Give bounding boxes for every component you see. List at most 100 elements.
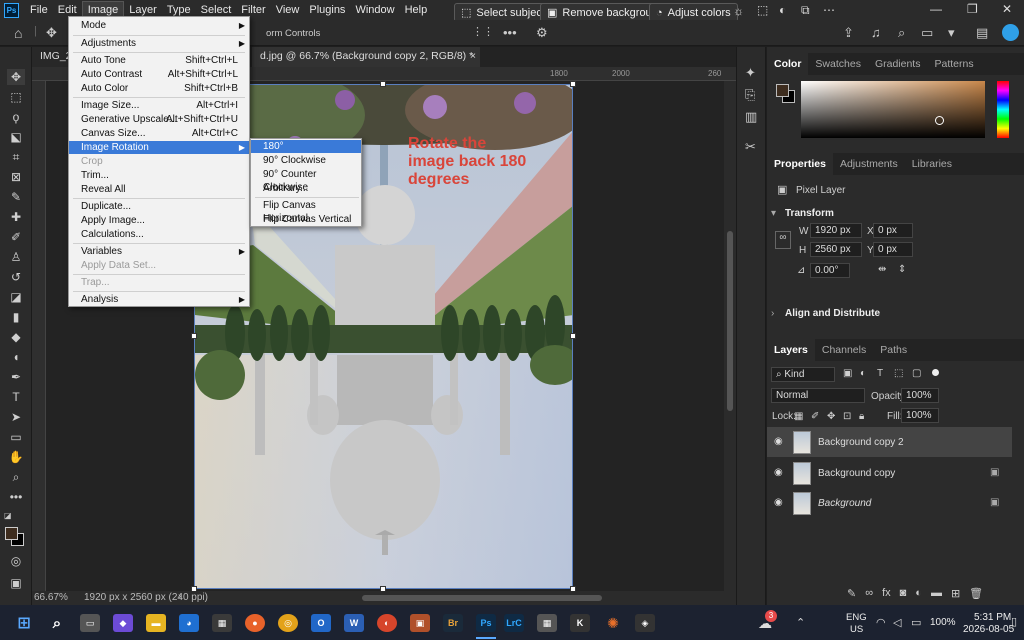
screen-mode-icon[interactable]: ▣	[7, 575, 25, 591]
brush-tool-icon[interactable]: ✐	[7, 229, 25, 245]
adjustment-layer-icon[interactable]: ◐	[915, 587, 922, 603]
align-icons[interactable]: ⋮⋮	[472, 25, 494, 38]
new-group-icon[interactable]: ▬	[931, 587, 942, 603]
tab-active-document[interactable]: d.jpg @ 66.7% (Background copy 2, RGB/8)…	[252, 47, 480, 67]
lock-pixels-icon[interactable]: ✐	[811, 411, 819, 422]
app-icon[interactable]: ✺	[603, 614, 623, 632]
y-field[interactable]: 0 px	[873, 242, 913, 257]
volume-icon[interactable]: ◁	[893, 616, 901, 629]
scrollbar-thumb[interactable]	[727, 231, 733, 411]
layer-row[interactable]: ◉ Background copy ▣	[767, 458, 1012, 488]
layer-filter-kind[interactable]: ⌕ Kind	[771, 367, 835, 382]
clock-date[interactable]: 2026-08-05	[963, 624, 1014, 635]
tab-properties[interactable]: Properties	[767, 153, 833, 175]
copilot-icon[interactable]: ◆	[113, 614, 133, 632]
menu-item-duplicate[interactable]: Duplicate...	[69, 200, 249, 213]
menu-plugins[interactable]: Plugins	[304, 2, 350, 18]
menu-item-variables[interactable]: Variables ▶	[69, 245, 249, 258]
frame-tool-icon[interactable]: ⊠	[7, 169, 25, 185]
delete-layer-icon[interactable]: 🗑︎	[969, 587, 983, 603]
layer-row[interactable]: ◉ Background copy 2	[767, 427, 1012, 457]
tab-patterns[interactable]: Patterns	[927, 53, 980, 75]
chrome-icon[interactable]: ◎	[278, 614, 298, 632]
document-info[interactable]: 1920 px x 2560 px (240 ppi)	[84, 592, 208, 603]
align-expand-icon[interactable]: ›	[771, 308, 774, 319]
settings-gear-icon[interactable]: ⚙	[536, 25, 548, 41]
hand-tool-icon[interactable]: ✋	[7, 449, 25, 465]
adjustments-icon[interactable]: ▥	[745, 109, 757, 125]
more-align-icon[interactable]: •••	[503, 25, 517, 40]
transform-handle[interactable]	[380, 81, 386, 87]
word-icon[interactable]: W	[344, 614, 364, 632]
menu-item-mode[interactable]: Mode ▶	[69, 19, 249, 32]
menu-item-image-rotation[interactable]: Image Rotation ▶	[69, 141, 249, 154]
path-select-icon[interactable]: ➤	[7, 409, 25, 425]
width-field[interactable]: 1920 px	[810, 223, 862, 238]
lock-all-icon[interactable]: 🔒︎	[859, 411, 864, 422]
bridge-icon[interactable]: Br	[443, 614, 463, 632]
menu-item-image-size[interactable]: Image Size... Alt+Ctrl+I	[69, 99, 249, 112]
wifi-icon[interactable]: ◠	[876, 616, 886, 629]
fill-field[interactable]: 100%	[901, 408, 939, 423]
rectangle-tool-icon[interactable]: ▭	[7, 429, 25, 445]
color-picker-cursor[interactable]	[935, 116, 944, 125]
workspace-icon[interactable]: ▭	[921, 25, 933, 41]
windows-start-icon[interactable]: ⊞	[14, 614, 34, 632]
zoom-level[interactable]: 66.67%	[34, 592, 68, 603]
restore-icon[interactable]: ❐	[967, 2, 978, 16]
lock-artboard-icon[interactable]: ⊡	[843, 411, 851, 422]
lock-position-icon[interactable]: ✥	[827, 411, 835, 422]
menu-item-canvas-size[interactable]: Canvas Size... Alt+Ctrl+C	[69, 127, 249, 140]
battery-icon[interactable]: ▭	[911, 616, 921, 629]
menu-file[interactable]: File	[25, 2, 53, 18]
layer-row[interactable]: ◉ Background ▣	[767, 488, 1012, 518]
rotate-90-cw-item[interactable]: 90° Clockwise	[251, 154, 361, 167]
layer-style-icon[interactable]: fx	[882, 587, 891, 603]
tab-close-icon[interactable]: ×	[470, 50, 476, 62]
more-options-icon[interactable]: ⋯	[823, 3, 835, 17]
horizontal-scrollbar-thumb[interactable]	[362, 595, 602, 601]
link-layers-icon[interactable]: ∞	[865, 587, 873, 603]
filter-shape-icon[interactable]: ⬚	[894, 368, 903, 379]
eyedropper-icon[interactable]: ✎	[7, 189, 25, 205]
search-icon[interactable]: ⌕	[898, 25, 905, 41]
tab-swatches[interactable]: Swatches	[808, 53, 868, 75]
flip-canvas-vertical-item[interactable]: Flip Canvas Vertical	[251, 213, 361, 226]
blend-mode-select[interactable]: Normal	[771, 388, 865, 403]
app-icon[interactable]: K	[570, 614, 590, 632]
vertical-scrollbar[interactable]	[724, 81, 736, 591]
tools-presets-icon[interactable]: ✂	[745, 139, 756, 155]
rotate-arbitrary-item[interactable]: Arbitrary...	[251, 182, 361, 195]
transform-title[interactable]: Transform	[785, 208, 834, 219]
type-tool-icon[interactable]: T	[7, 389, 25, 405]
crop-tool-icon[interactable]: ⌗	[7, 149, 25, 165]
quick-mask-icon[interactable]: ◎	[7, 553, 25, 569]
user-avatar[interactable]	[1002, 24, 1019, 41]
menu-view[interactable]: View	[271, 2, 305, 18]
task-view-icon[interactable]: ▭	[80, 614, 100, 632]
share-icon[interactable]: ⇪	[843, 25, 854, 41]
layer-mask-icon[interactable]: ◙	[900, 587, 907, 603]
brightness-icon[interactable]: ☼	[733, 4, 744, 18]
menu-item-auto-contrast[interactable]: Auto Contrast Alt+Shift+Ctrl+L	[69, 68, 249, 81]
menu-item-auto-color[interactable]: Auto Color Shift+Ctrl+B	[69, 82, 249, 95]
foreground-color-swatch[interactable]	[5, 527, 18, 540]
app-icon[interactable]: ◐	[377, 614, 397, 632]
lasso-tool-icon[interactable]: ϙ	[7, 109, 25, 125]
transform-handle[interactable]	[191, 333, 197, 339]
color-picker-field[interactable]	[801, 81, 985, 138]
height-field[interactable]: 2560 px	[810, 242, 862, 257]
flip-horizontal-icon[interactable]: ⇹	[878, 264, 886, 275]
menu-item-generative-upscale[interactable]: Generative Upscale... Alt+Shift+Ctrl+U	[69, 113, 249, 126]
visibility-eye-icon[interactable]: ◉	[774, 467, 783, 478]
layout-icon[interactable]: ▤	[976, 25, 988, 41]
filter-pixel-icon[interactable]: ▣	[843, 368, 852, 379]
menu-item-reveal-all[interactable]: Reveal All	[69, 183, 249, 196]
clone-stamp-icon[interactable]: ♙	[7, 249, 25, 265]
more-tools-icon[interactable]: •••	[7, 489, 25, 505]
transform-collapse-icon[interactable]: ▾	[771, 208, 776, 219]
tab-layers[interactable]: Layers	[767, 339, 815, 361]
link-dimensions-icon[interactable]: ∞	[775, 231, 791, 249]
clock-time[interactable]: 5:31 PM	[974, 612, 1011, 623]
properties-sparkle-icon[interactable]: ✦	[745, 65, 756, 81]
